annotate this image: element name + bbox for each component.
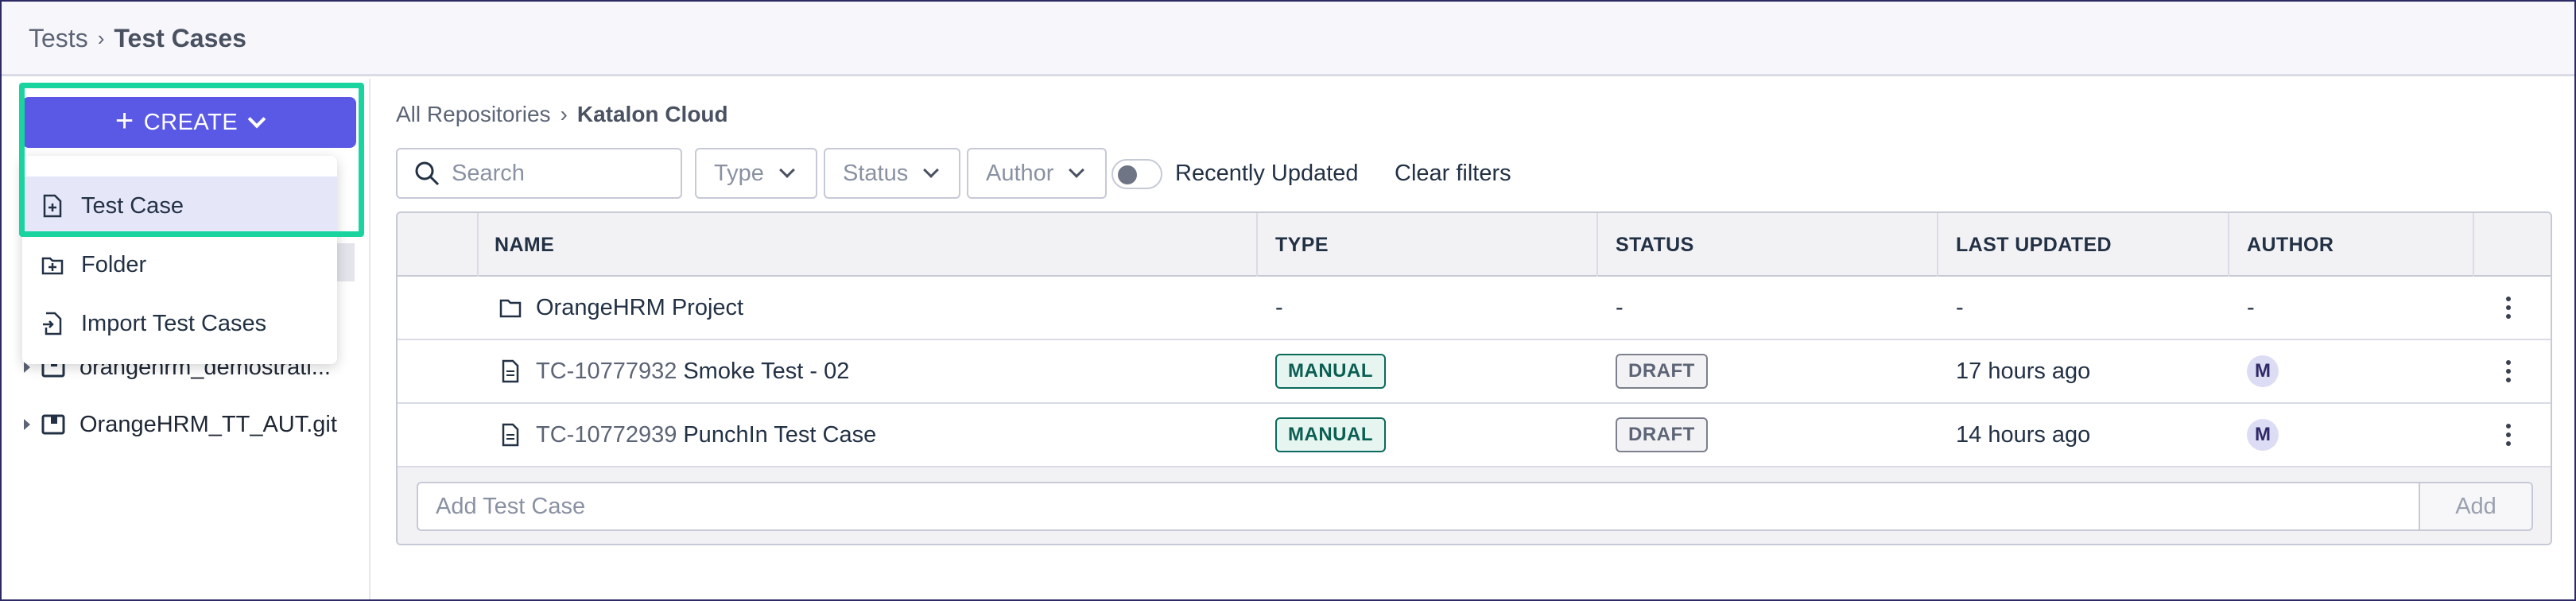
status-cell: DRAFT: [1616, 340, 1708, 402]
toggle-knob: [1118, 165, 1137, 184]
recently-updated-toggle[interactable]: [1111, 159, 1162, 189]
type-filter[interactable]: Type: [695, 148, 817, 199]
name-cell[interactable]: OrangeHRM Project: [499, 277, 743, 339]
test-cases-table: NAME TYPE STATUS LAST UPDATED AUTHOR Ora…: [396, 211, 2552, 545]
filter-label: Author: [986, 160, 1054, 186]
menu-item-label: Import Test Cases: [81, 310, 267, 336]
add-test-case-row: Add: [398, 467, 2551, 544]
row-menu-button[interactable]: [2506, 404, 2511, 466]
column-header-status[interactable]: STATUS: [1616, 213, 1694, 277]
updated-cell: 14 hours ago: [1956, 421, 2091, 448]
recently-updated-label: Recently Updated: [1175, 161, 1359, 186]
clear-filters-button[interactable]: Clear filters: [1395, 161, 1511, 187]
breadcrumb-all-repositories[interactable]: All Repositories: [396, 102, 551, 127]
menu-item-label: Folder: [81, 251, 147, 277]
column-divider: [1596, 213, 1598, 277]
table-row[interactable]: TC-10772939 PunchIn Test Case MANUAL DRA…: [398, 404, 2551, 467]
page-title: Test Cases: [114, 24, 246, 52]
table-row[interactable]: TC-10777932 Smoke Test - 02 MANUAL DRAFT…: [398, 340, 2551, 404]
row-name: OrangeHRM Project: [536, 294, 744, 320]
avatar[interactable]: M: [2247, 419, 2279, 451]
avatar[interactable]: M: [2247, 355, 2279, 387]
add-test-case-input[interactable]: [436, 493, 2344, 520]
row-name: PunchIn Test Case: [683, 421, 877, 448]
more-vertical-icon: [2506, 297, 2511, 319]
add-button[interactable]: Add: [2420, 482, 2533, 531]
column-divider: [2473, 213, 2474, 277]
chevron-down-icon: [1069, 162, 1085, 178]
column-divider: [477, 213, 479, 277]
table-row[interactable]: OrangeHRM Project - - - -: [398, 277, 2551, 340]
column-header-type[interactable]: TYPE: [1275, 213, 1329, 277]
breadcrumb-separator-icon: ›: [97, 26, 105, 50]
search-icon: [415, 161, 440, 186]
tree-item-orangehrm-tt[interactable]: OrangeHRM_TT_AUT.git: [24, 407, 337, 442]
more-vertical-icon: [2506, 360, 2511, 382]
updated-cell: -: [1956, 294, 1964, 320]
column-divider: [1256, 213, 1258, 277]
folder-plus-icon: [41, 257, 64, 275]
column-header-name[interactable]: NAME: [495, 213, 554, 277]
create-button[interactable]: + CREATE: [22, 97, 356, 148]
import-file-icon: [43, 312, 62, 335]
updated-cell: 17 hours ago: [1956, 358, 2091, 384]
author-cell: M: [2247, 340, 2279, 402]
plus-icon: +: [114, 103, 134, 138]
status-filter[interactable]: Status: [824, 148, 960, 199]
type-cell: MANUAL: [1275, 340, 1386, 402]
status-badge: DRAFT: [1616, 354, 1708, 389]
create-menu: Test Case Folder Import Test Cases: [22, 156, 337, 364]
column-header-author[interactable]: AUTHOR: [2247, 213, 2334, 277]
search-box[interactable]: [396, 148, 682, 199]
tree-selection-indicator: [337, 243, 355, 281]
name-cell[interactable]: TC-10777932 Smoke Test - 02: [499, 340, 849, 402]
menu-item-import-test-cases[interactable]: Import Test Cases: [22, 294, 337, 353]
name-cell[interactable]: TC-10772939 PunchIn Test Case: [499, 404, 876, 466]
filter-label: Status: [843, 160, 909, 186]
test-case-id: TC-10772939: [536, 421, 677, 448]
breadcrumb-tests[interactable]: Tests: [29, 24, 88, 53]
file-plus-icon: [43, 194, 62, 218]
status-cell: -: [1616, 294, 1624, 320]
search-input[interactable]: [452, 160, 674, 187]
table-header: NAME TYPE STATUS LAST UPDATED AUTHOR: [398, 213, 2551, 277]
top-header: Tests › Test Cases: [2, 2, 2574, 76]
status-cell: DRAFT: [1616, 404, 1708, 466]
type-cell: -: [1275, 294, 1283, 320]
caret-right-icon[interactable]: [24, 419, 30, 430]
tree-item-label: OrangeHRM_TT_AUT.git: [80, 411, 337, 437]
menu-item-test-case[interactable]: Test Case: [22, 176, 337, 235]
column-divider: [2228, 213, 2229, 277]
add-test-case-field[interactable]: [417, 482, 2420, 531]
column-divider: [1937, 213, 1938, 277]
more-vertical-icon: [2506, 424, 2511, 446]
repository-breadcrumb: All Repositories › Katalon Cloud: [396, 102, 728, 127]
row-name: Smoke Test - 02: [683, 358, 850, 384]
test-case-id: TC-10777932: [536, 358, 677, 384]
type-cell: MANUAL: [1275, 404, 1386, 466]
type-badge: MANUAL: [1275, 417, 1386, 452]
file-icon: [502, 359, 519, 383]
author-cell: -: [2247, 294, 2255, 320]
chevron-down-icon: [247, 110, 266, 129]
filter-label: Type: [714, 160, 764, 186]
breadcrumb: Tests › Test Cases: [29, 24, 246, 53]
type-badge: MANUAL: [1275, 354, 1386, 389]
menu-item-label: Test Case: [81, 192, 184, 219]
breadcrumb-separator-icon: ›: [560, 102, 568, 126]
menu-item-folder[interactable]: Folder: [22, 235, 337, 294]
row-menu-button[interactable]: [2506, 340, 2511, 402]
breadcrumb-current: Katalon Cloud: [576, 102, 728, 126]
status-badge: DRAFT: [1616, 417, 1708, 452]
author-filter[interactable]: Author: [967, 148, 1107, 199]
author-cell: M: [2247, 404, 2279, 466]
create-label: CREATE: [143, 109, 239, 135]
folder-icon: [499, 299, 522, 318]
repo-icon: [41, 414, 65, 435]
row-menu-button[interactable]: [2506, 277, 2511, 339]
file-icon: [502, 423, 519, 447]
column-header-last-updated[interactable]: LAST UPDATED: [1956, 213, 2112, 277]
chevron-down-icon: [778, 162, 795, 178]
chevron-down-icon: [923, 162, 940, 178]
